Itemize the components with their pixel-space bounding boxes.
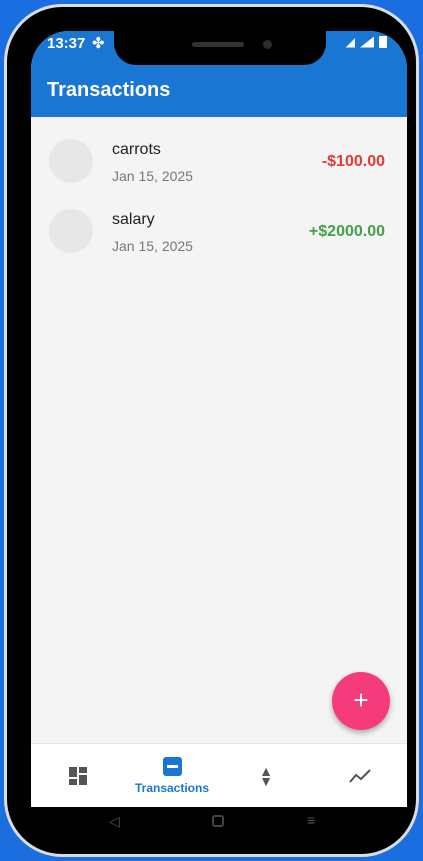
nav-item-trends[interactable]: [313, 744, 407, 808]
notification-icon: ✤: [92, 35, 105, 52]
category-avatar: [49, 209, 93, 253]
recents-icon[interactable]: ≡: [307, 812, 315, 828]
transaction-row[interactable]: salary Jan 15, 2025 +$2000.00: [31, 201, 407, 271]
sort-icon: ▲ ▼: [259, 763, 273, 789]
status-time: 13:37: [47, 35, 86, 52]
signal-icon: [360, 36, 374, 48]
transaction-list: carrots Jan 15, 2025 -$100.00 salary Jan…: [31, 131, 407, 271]
nav-item-transactions[interactable]: Transactions: [125, 744, 219, 808]
app-screen: 13:37 ✤ ◢ Transactions carrots Jan 15, 2…: [31, 31, 407, 839]
transaction-row[interactable]: carrots Jan 15, 2025 -$100.00: [31, 131, 407, 201]
nav-label-transactions: Transactions: [134, 781, 210, 795]
trending-icon: [349, 769, 371, 783]
category-avatar: [49, 139, 93, 183]
nav-item-dashboard[interactable]: [31, 744, 125, 808]
home-icon[interactable]: [212, 815, 224, 827]
nav-item-sort[interactable]: ▲ ▼: [219, 744, 313, 808]
battery-icon: [379, 36, 387, 48]
system-navigation-bar: ◁ ≡: [31, 807, 407, 839]
bottom-navigation: Transactions ▲ ▼: [31, 743, 407, 807]
minus-box-icon: [162, 757, 182, 776]
app-bar: Transactions: [31, 67, 407, 117]
back-icon[interactable]: ◁: [109, 813, 120, 830]
transaction-name: carrots: [112, 141, 161, 158]
wifi-icon: ◢: [345, 35, 355, 49]
status-icons: ◢: [346, 35, 387, 49]
page-title: Transactions: [47, 79, 171, 101]
speaker-grille: [192, 42, 244, 47]
transaction-date: Jan 15, 2025: [112, 168, 193, 184]
phone-frame: 13:37 ✤ ◢ Transactions carrots Jan 15, 2…: [4, 4, 419, 857]
transaction-amount: -$100.00: [321, 153, 385, 170]
add-transaction-button[interactable]: +: [332, 672, 390, 730]
camera-notch: [114, 31, 326, 65]
transaction-amount: +$2000.00: [308, 223, 385, 240]
transaction-name: salary: [112, 211, 155, 228]
dashboard-icon: [69, 767, 87, 785]
front-camera: [263, 40, 272, 49]
transaction-date: Jan 15, 2025: [112, 238, 193, 254]
